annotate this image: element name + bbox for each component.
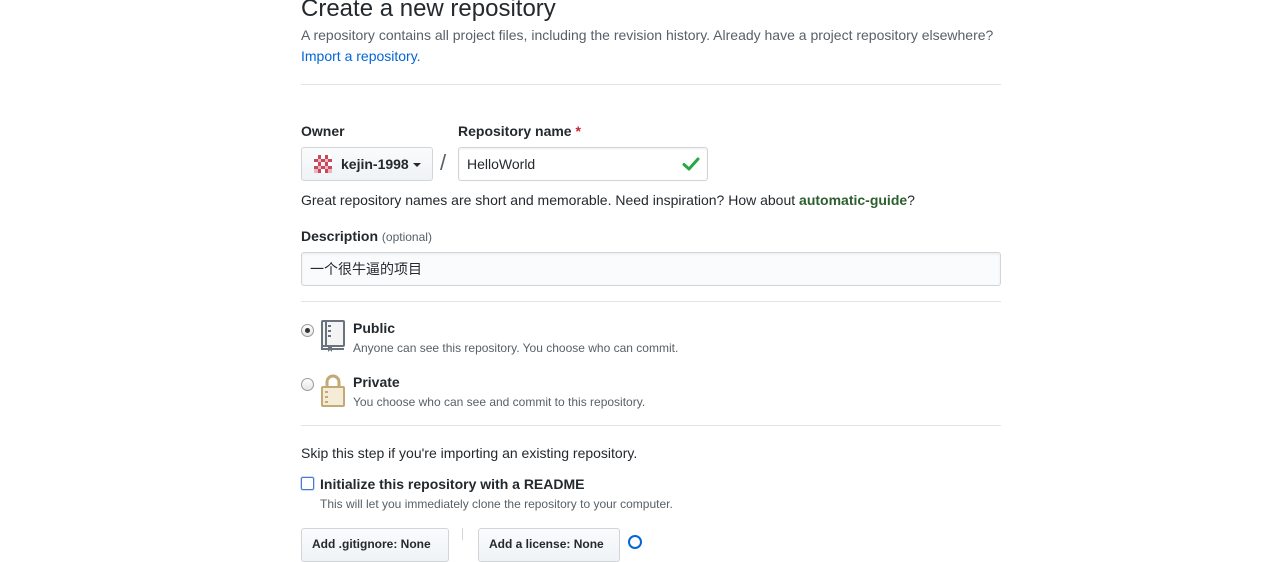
hint-text: Great repository names are short and mem… — [301, 192, 800, 208]
divider — [301, 301, 1001, 302]
avatar — [314, 155, 332, 173]
optional-tag: (optional) — [381, 230, 432, 244]
gitignore-select-button[interactable]: Add .gitignore: None — [301, 528, 449, 562]
license-select-button[interactable]: Add a license: None — [478, 528, 620, 562]
private-radio[interactable] — [301, 378, 314, 391]
owner-select-button[interactable]: kejin-1998 — [301, 147, 433, 181]
repository-name-label: Repository name * — [458, 123, 581, 139]
check-icon — [682, 157, 700, 171]
private-title: Private — [353, 374, 400, 390]
skip-step-text: Skip this step if you're importing an ex… — [301, 445, 638, 461]
hint-end: ? — [907, 192, 915, 208]
repo-book-icon — [321, 320, 345, 352]
lock-icon — [321, 374, 345, 407]
readme-note: This will let you immediately clone the … — [320, 497, 673, 511]
caret-down-icon — [412, 163, 421, 167]
suggested-name-link[interactable]: automatic-guide — [799, 192, 907, 208]
private-note: You choose who can see and commit to thi… — [353, 395, 646, 409]
divider — [301, 425, 1001, 426]
owner-repo-separator: / — [440, 150, 447, 175]
page-title: Create a new repository — [301, 0, 556, 22]
public-radio[interactable] — [301, 324, 314, 337]
description-label-text: Description — [301, 228, 379, 244]
required-mark: * — [575, 123, 581, 139]
divider — [462, 528, 463, 540]
owner-name: kejin-1998 — [341, 156, 409, 172]
public-note: Anyone can see this repository. You choo… — [353, 341, 679, 355]
page-subtitle: A repository contains all project files,… — [301, 27, 994, 43]
owner-label: Owner — [301, 123, 345, 139]
description-input[interactable] — [301, 252, 1001, 286]
radio-selected-dot — [305, 328, 310, 333]
import-repository-link[interactable]: Import a repository. — [301, 48, 421, 64]
readme-label[interactable]: Initialize this repository with a README — [320, 476, 584, 492]
repository-name-label-text: Repository name — [458, 123, 572, 139]
readme-checkbox[interactable] — [301, 477, 314, 490]
info-icon[interactable] — [628, 535, 642, 549]
name-suggestion-hint: Great repository names are short and mem… — [301, 192, 915, 208]
public-title: Public — [353, 320, 396, 336]
divider — [301, 84, 1001, 85]
repository-name-input[interactable] — [458, 147, 708, 181]
description-label: Description (optional) — [301, 228, 432, 245]
